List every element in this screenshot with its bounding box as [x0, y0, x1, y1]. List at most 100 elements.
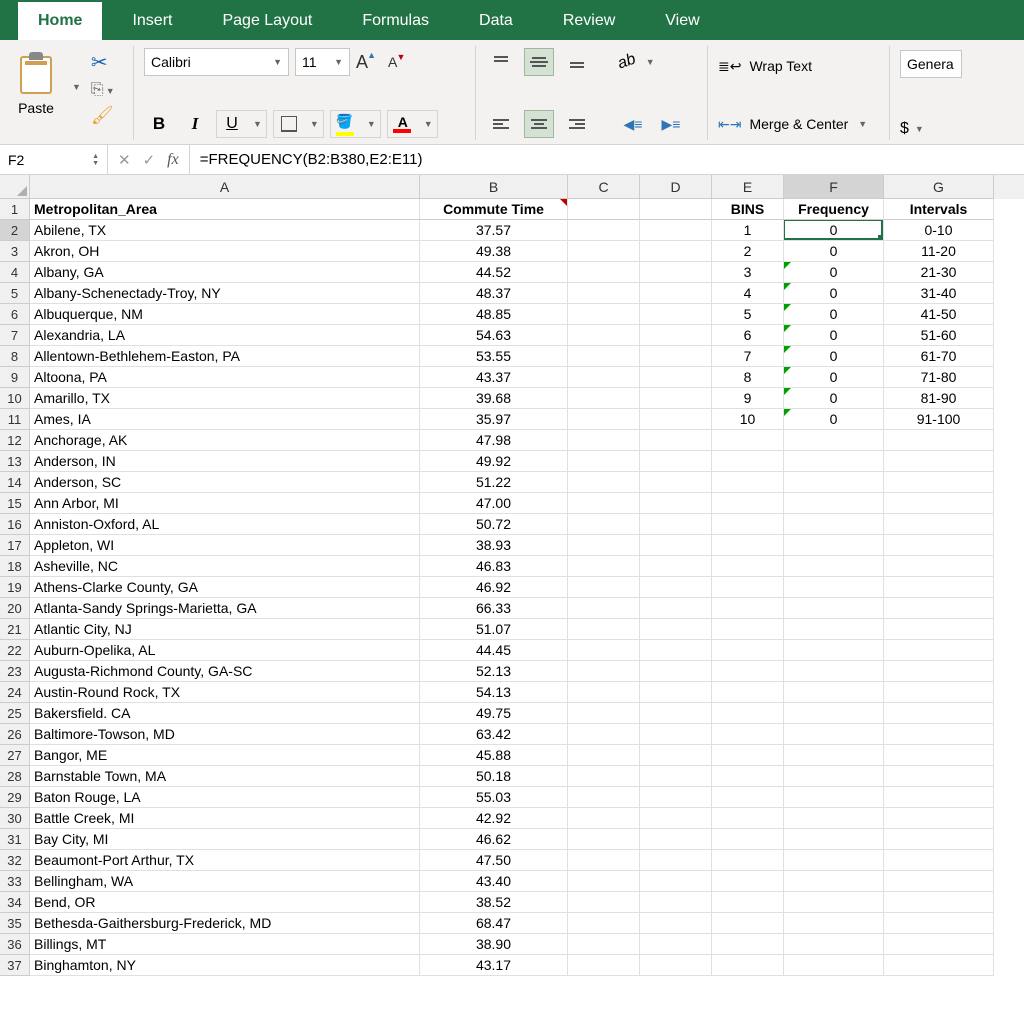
cell[interactable]: Anniston-Oxford, AL	[30, 514, 420, 535]
cell[interactable]	[568, 472, 640, 493]
cell[interactable]	[784, 493, 884, 514]
cell[interactable]	[712, 640, 784, 661]
row-header[interactable]: 17	[0, 535, 30, 556]
cell[interactable]: Akron, OH	[30, 241, 420, 262]
cell[interactable]: 81-90	[884, 388, 994, 409]
cell[interactable]	[712, 535, 784, 556]
font-size-combo[interactable]: 11▼	[295, 48, 350, 76]
row-header[interactable]: 37	[0, 955, 30, 976]
cell[interactable]	[712, 808, 784, 829]
cell[interactable]: 50.18	[420, 766, 568, 787]
align-center-button[interactable]	[524, 110, 554, 138]
row-header[interactable]: 28	[0, 766, 30, 787]
cell[interactable]	[884, 661, 994, 682]
cell[interactable]	[784, 514, 884, 535]
font-color-button[interactable]: A▼	[387, 110, 438, 138]
cell[interactable]: Anchorage, AK	[30, 430, 420, 451]
cell[interactable]: Bend, OR	[30, 892, 420, 913]
tab-page-layout[interactable]: Page Layout	[202, 2, 332, 40]
cell[interactable]	[568, 535, 640, 556]
cell[interactable]	[568, 766, 640, 787]
cell[interactable]	[568, 199, 640, 220]
cell[interactable]	[640, 241, 712, 262]
cell[interactable]	[640, 934, 712, 955]
cell[interactable]: 0	[784, 325, 884, 346]
cell[interactable]	[640, 514, 712, 535]
cell[interactable]	[712, 955, 784, 976]
cell[interactable]	[712, 892, 784, 913]
cell[interactable]	[712, 829, 784, 850]
cell[interactable]	[784, 556, 884, 577]
formula-input[interactable]: =FREQUENCY(B2:B380,E2:E11)	[190, 145, 1024, 174]
cell[interactable]: 37.57	[420, 220, 568, 241]
cell[interactable]	[568, 913, 640, 934]
cell[interactable]: 48.85	[420, 304, 568, 325]
cell[interactable]	[640, 892, 712, 913]
cell[interactable]: 54.63	[420, 325, 568, 346]
col-header-E[interactable]: E	[712, 175, 784, 199]
cell[interactable]: Baton Rouge, LA	[30, 787, 420, 808]
cell[interactable]	[784, 892, 884, 913]
cell[interactable]: 38.52	[420, 892, 568, 913]
cell[interactable]: 51.22	[420, 472, 568, 493]
cell[interactable]: 47.50	[420, 850, 568, 871]
cell[interactable]: 47.00	[420, 493, 568, 514]
cell[interactable]	[568, 220, 640, 241]
cell[interactable]	[884, 892, 994, 913]
row-header[interactable]: 16	[0, 514, 30, 535]
cell[interactable]	[712, 703, 784, 724]
cell[interactable]	[568, 808, 640, 829]
cell[interactable]: Appleton, WI	[30, 535, 420, 556]
cell[interactable]: Frequency	[784, 199, 884, 220]
cell[interactable]	[640, 451, 712, 472]
row-header[interactable]: 6	[0, 304, 30, 325]
cell[interactable]: 38.90	[420, 934, 568, 955]
cell[interactable]	[640, 430, 712, 451]
cell[interactable]	[712, 724, 784, 745]
cell[interactable]	[640, 367, 712, 388]
cell[interactable]	[784, 913, 884, 934]
cell[interactable]	[568, 493, 640, 514]
increase-indent-button[interactable]: ▶≡	[656, 110, 686, 138]
row-header[interactable]: 5	[0, 283, 30, 304]
cell[interactable]	[568, 388, 640, 409]
cell[interactable]: 52.13	[420, 661, 568, 682]
cell[interactable]	[568, 892, 640, 913]
cell[interactable]	[884, 955, 994, 976]
cell[interactable]: Austin-Round Rock, TX	[30, 682, 420, 703]
grow-font-icon[interactable]: A▲	[356, 52, 368, 73]
accounting-format-button[interactable]: $▼	[900, 120, 954, 138]
cell[interactable]	[640, 220, 712, 241]
bold-button[interactable]: B	[144, 110, 174, 138]
cell[interactable]	[784, 661, 884, 682]
cell[interactable]: 11-20	[884, 241, 994, 262]
cell[interactable]	[568, 640, 640, 661]
cell[interactable]	[784, 871, 884, 892]
cell[interactable]	[712, 556, 784, 577]
cell[interactable]	[640, 325, 712, 346]
col-header-A[interactable]: A	[30, 175, 420, 199]
cell[interactable]: 5	[712, 304, 784, 325]
cell[interactable]: 53.55	[420, 346, 568, 367]
cell[interactable]: Asheville, NC	[30, 556, 420, 577]
cell[interactable]	[568, 955, 640, 976]
cell[interactable]	[784, 808, 884, 829]
cell[interactable]: 8	[712, 367, 784, 388]
cell[interactable]: 66.33	[420, 598, 568, 619]
decrease-indent-button[interactable]: ◀≡	[618, 110, 648, 138]
copy-button[interactable]: ⎘▼	[91, 81, 115, 99]
cell[interactable]	[712, 913, 784, 934]
tab-data[interactable]: Data	[459, 2, 533, 40]
cell[interactable]	[640, 829, 712, 850]
cell[interactable]: Atlantic City, NJ	[30, 619, 420, 640]
cancel-icon[interactable]: ✕	[118, 151, 131, 169]
cell[interactable]	[568, 745, 640, 766]
cell[interactable]: 31-40	[884, 283, 994, 304]
cell[interactable]	[568, 325, 640, 346]
cell[interactable]	[640, 682, 712, 703]
cell[interactable]	[784, 703, 884, 724]
italic-button[interactable]: I	[180, 110, 210, 138]
cell[interactable]: 7	[712, 346, 784, 367]
cell[interactable]	[640, 913, 712, 934]
cell[interactable]: Intervals	[884, 199, 994, 220]
